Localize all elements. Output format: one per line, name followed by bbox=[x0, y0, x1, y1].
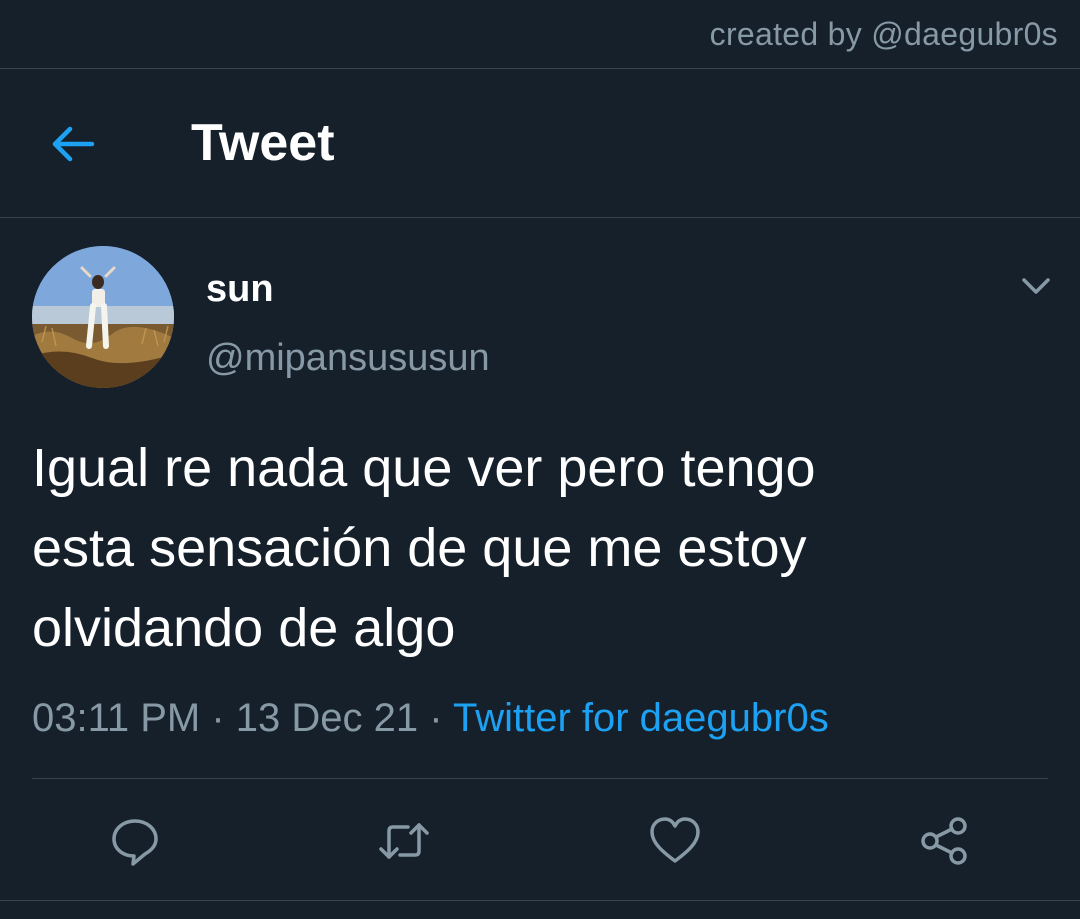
like-button[interactable] bbox=[647, 813, 703, 869]
reply-icon bbox=[112, 819, 158, 866]
tweet-date: 13 Dec 21 bbox=[235, 696, 419, 740]
reply-button[interactable] bbox=[107, 813, 163, 869]
credit-bar: created by @daegubr0s bbox=[0, 0, 1080, 69]
action-bar bbox=[0, 779, 1080, 901]
tweet-source-link[interactable]: Twitter for daegubr0s bbox=[453, 696, 829, 740]
user-handle[interactable]: @mipansususun bbox=[206, 337, 490, 380]
retweet-button[interactable] bbox=[376, 813, 432, 869]
retweet-icon bbox=[379, 823, 429, 859]
heart-icon bbox=[650, 817, 700, 863]
arrow-left-icon bbox=[52, 126, 95, 162]
more-options-button[interactable] bbox=[1016, 268, 1056, 304]
credit-text: created by @daegubr0s bbox=[709, 16, 1058, 52]
tweet-time: 03:11 PM bbox=[32, 696, 201, 740]
share-icon bbox=[921, 817, 967, 865]
profile-photo bbox=[32, 246, 174, 388]
meta-separator: · bbox=[418, 696, 453, 740]
avatar[interactable] bbox=[32, 246, 174, 388]
share-button[interactable] bbox=[916, 813, 972, 869]
meta-separator: · bbox=[200, 696, 236, 740]
tweet-text: Igual re nada que ver pero tengo esta se… bbox=[32, 438, 816, 658]
tweet-meta: 03:11 PM · 13 Dec 21 · Twitter for daegu… bbox=[32, 696, 829, 741]
page-title: Tweet bbox=[191, 114, 335, 172]
display-name[interactable]: sun bbox=[206, 268, 274, 311]
header: Tweet bbox=[0, 69, 1080, 218]
chevron-down-icon bbox=[1022, 278, 1050, 294]
back-button[interactable] bbox=[44, 114, 104, 174]
